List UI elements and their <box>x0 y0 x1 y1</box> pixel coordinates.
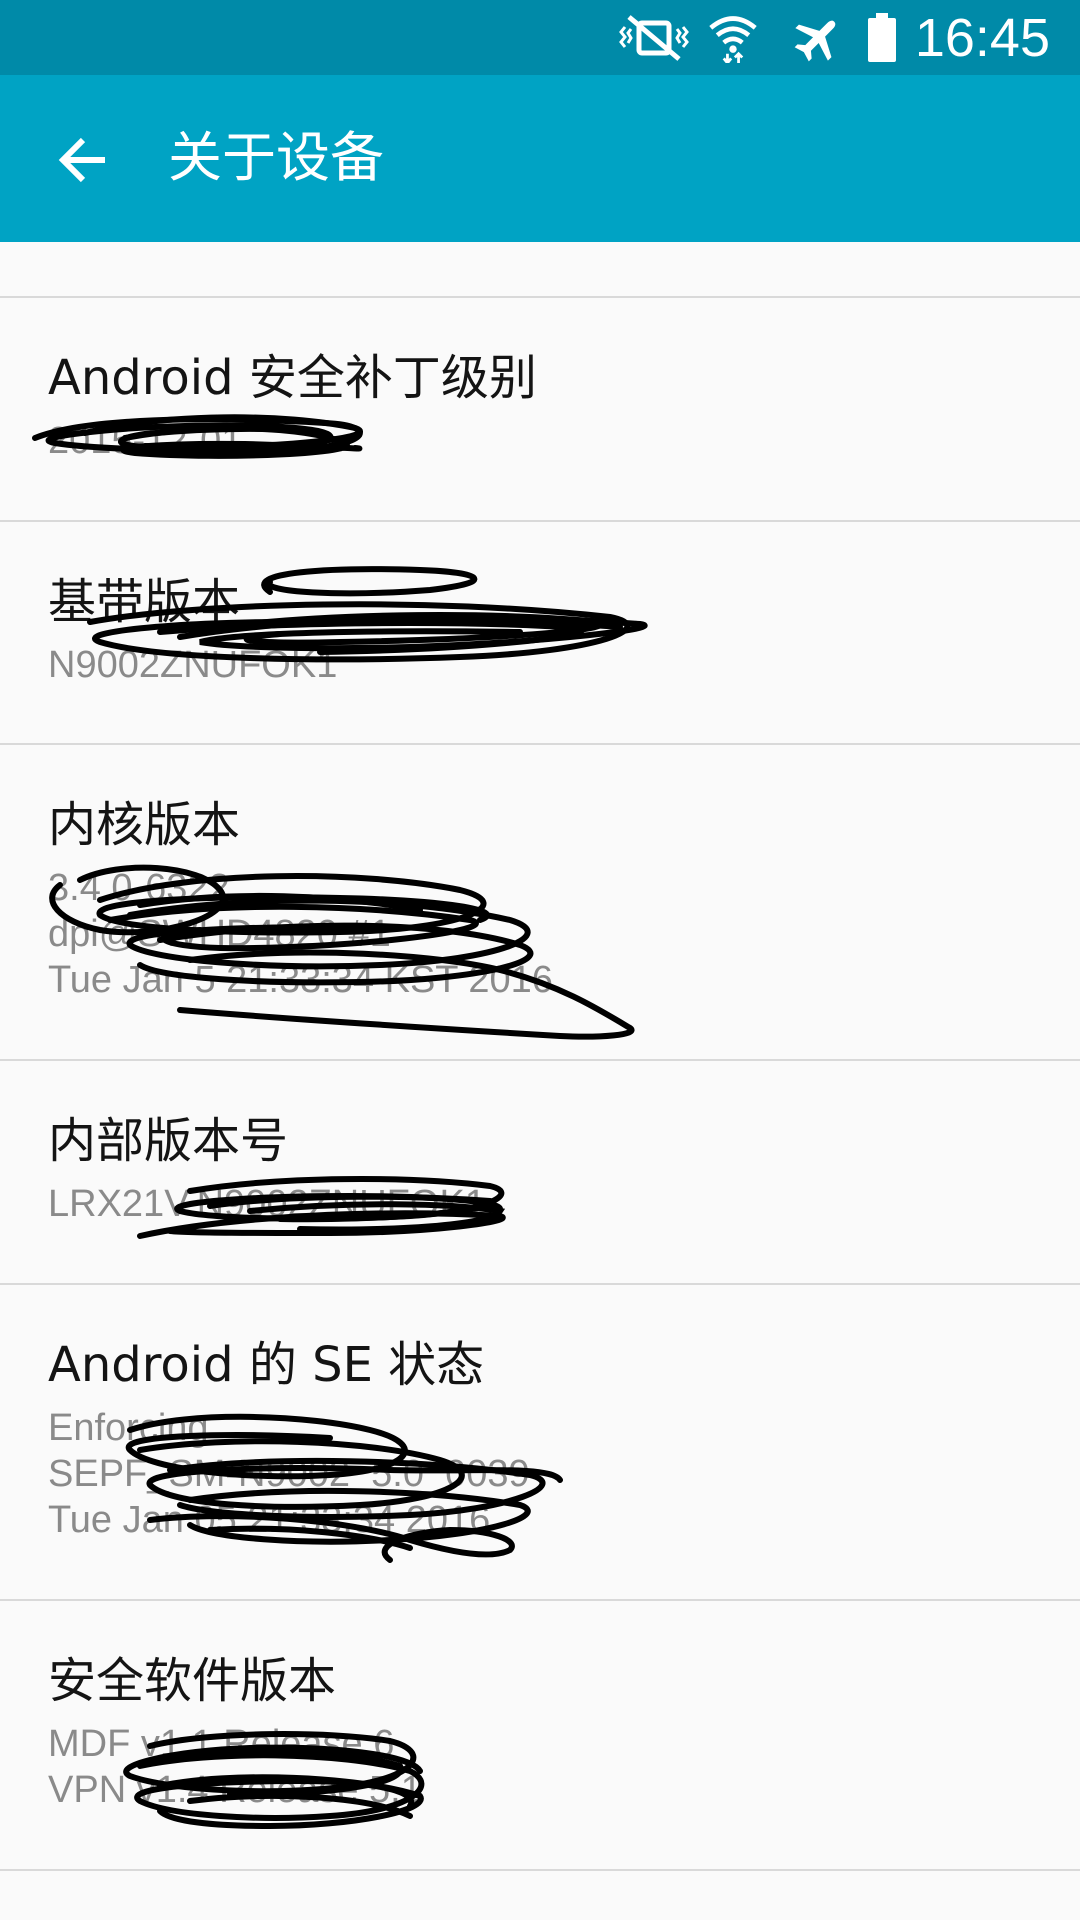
divider <box>0 1869 1080 1871</box>
item-value: MDF v1.1 Release 6 VPN v1.4 Release 5.1 <box>48 1723 422 1811</box>
item-value: Enforcing SEPF_SM-N9002_5.0_0039 Tue Jan… <box>48 1407 530 1541</box>
page-title: 关于设备 <box>168 126 384 189</box>
item-value: 3.4.0-6322 dpi@SWHD4820 #1 Tue Jan 5 21:… <box>48 867 553 1001</box>
arrow-back-icon <box>58 137 105 183</box>
list-item-partial[interactable] <box>0 242 1080 296</box>
status-bar: 16:45 <box>0 0 1080 75</box>
airplane-mode-icon <box>794 20 836 61</box>
list-item-se-status[interactable]: Android 的 SE 状态 Enforcing SEPF_SM-N9002_… <box>0 1285 1080 1599</box>
list-item-baseband-version[interactable]: 基带版本 N9002ZNUFOK1 <box>0 522 1080 743</box>
list-item-security-patch-level[interactable]: Android 安全补丁级别 2015-12-01 <box>0 298 1080 520</box>
list-item-security-software-version[interactable]: 安全软件版本 MDF v1.1 Release 6 VPN v1.4 Relea… <box>0 1601 1080 1869</box>
item-title: 内核版本 <box>48 797 241 853</box>
battery-icon <box>867 12 896 62</box>
item-value: LRX21V.N9002ZNUFOK1 <box>48 1183 486 1225</box>
item-title: Android 的 SE 状态 <box>48 1337 485 1393</box>
wifi-icon <box>709 15 757 63</box>
item-title: Android 安全补丁级别 <box>48 350 537 406</box>
item-title: 内部版本号 <box>48 1113 289 1169</box>
list-item-build-number[interactable]: 内部版本号 LRX21V.N9002ZNUFOK1 <box>0 1061 1080 1283</box>
back-button[interactable] <box>38 115 128 205</box>
item-value: 2015-12-01 <box>48 420 243 462</box>
about-device-list: Android 安全补丁级别 2015-12-01 基带版本 N9002ZNUF… <box>0 242 1080 1871</box>
status-icons: 16:45 <box>603 0 1050 75</box>
list-item-kernel-version[interactable]: 内核版本 3.4.0-6322 dpi@SWHD4820 #1 Tue Jan … <box>0 745 1080 1059</box>
item-value: N9002ZNUFOK1 <box>48 644 338 686</box>
app-bar: 关于设备 <box>0 75 1080 242</box>
item-title: 基带版本 <box>48 574 241 630</box>
status-time: 16:45 <box>914 7 1050 68</box>
vibrate-mute-icon <box>618 14 689 61</box>
item-title: 安全软件版本 <box>48 1653 337 1709</box>
